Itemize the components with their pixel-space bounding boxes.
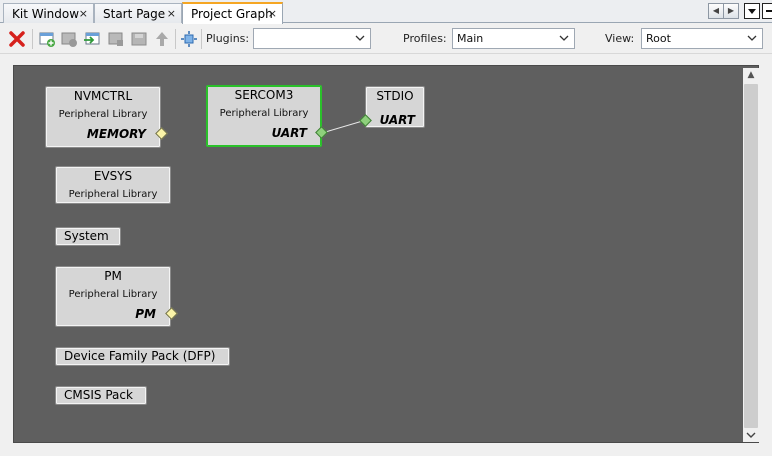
node-title: SERCOM3	[234, 88, 294, 102]
scroll-tabs-right-icon[interactable]: ▶	[723, 3, 739, 19]
plugins-dropdown[interactable]	[253, 28, 371, 49]
close-icon[interactable]: ×	[79, 8, 88, 19]
component-node-nvmctrl[interactable]: NVMCTRL Peripheral Library MEMORY	[45, 86, 161, 148]
graph-toolbar: Plugins: Profiles: Main View: Root	[0, 24, 772, 54]
chevron-down-icon	[559, 35, 569, 41]
scroll-up-icon[interactable]: ▲	[746, 70, 756, 80]
scrollbar-thumb[interactable]	[744, 84, 758, 428]
export-icon[interactable]	[107, 30, 125, 48]
view-dropdown[interactable]: Root	[641, 28, 763, 49]
chevron-down-icon	[747, 35, 757, 41]
node-title: System	[64, 229, 109, 243]
close-icon[interactable]: ×	[167, 8, 176, 19]
move-up-icon[interactable]	[153, 30, 171, 48]
node-subtitle: Peripheral Library	[58, 109, 148, 120]
tab-label: Start Page	[103, 7, 166, 21]
toolbar-separator	[201, 29, 202, 49]
save-icon[interactable]	[130, 30, 148, 48]
scroll-down-icon[interactable]	[746, 430, 756, 440]
node-title: NVMCTRL	[73, 89, 133, 103]
chevron-down-icon	[355, 35, 365, 41]
node-title: PM	[104, 269, 122, 283]
node-port-label: UART	[379, 113, 415, 127]
plugins-label: Plugins:	[206, 32, 250, 45]
toolbar-separator	[32, 29, 33, 49]
sercom3-stdio-connection[interactable]	[321, 119, 367, 134]
tab-start-page[interactable]: Start Page ×	[94, 3, 182, 23]
close-icon[interactable]: ×	[268, 8, 277, 19]
scroll-tabs-left-icon[interactable]: ◀	[708, 3, 724, 19]
node-title: Device Family Pack (DFP)	[64, 349, 216, 363]
node-subtitle: Peripheral Library	[68, 289, 158, 300]
toolbar-separator	[175, 29, 176, 49]
document-tab-bar: Kit Window × Start Page × Project Graph …	[0, 0, 772, 24]
node-subtitle: Peripheral Library	[219, 108, 309, 119]
view-label: View:	[605, 32, 635, 45]
import-icon[interactable]	[83, 30, 101, 48]
component-node-system[interactable]: System	[55, 227, 121, 246]
node-title: EVSYS	[93, 169, 133, 183]
component-node-sercom3[interactable]: SERCOM3 Peripheral Library UART	[206, 85, 322, 147]
vertical-scrollbar[interactable]: ▲	[743, 68, 759, 442]
profiles-label: Profiles:	[403, 32, 447, 45]
tab-kit-window[interactable]: Kit Window ×	[3, 3, 94, 23]
component-node-pm[interactable]: PM Peripheral Library PM	[55, 266, 171, 327]
component-node-device-family-pack[interactable]: Device Family Pack (DFP)	[55, 347, 230, 366]
node-subtitle: Peripheral Library	[68, 189, 158, 200]
add-component-icon[interactable]	[38, 30, 56, 48]
remove-component-icon[interactable]	[60, 30, 78, 48]
minimize-window-icon[interactable]	[762, 3, 772, 19]
node-port-label: PM	[135, 307, 156, 321]
tab-label: Project Graph	[191, 7, 273, 21]
component-node-cmsis-pack[interactable]: CMSIS Pack	[55, 386, 147, 405]
close-red-x-icon[interactable]	[8, 30, 26, 48]
tab-label: Kit Window	[12, 7, 80, 21]
tab-list-dropdown-icon[interactable]	[744, 3, 760, 19]
view-value: Root	[646, 32, 671, 45]
component-node-stdio[interactable]: STDIO UART	[365, 86, 425, 128]
node-port-label: MEMORY	[86, 127, 146, 141]
component-node-evsys[interactable]: EVSYS Peripheral Library	[55, 166, 171, 204]
profiles-dropdown[interactable]: Main	[452, 28, 575, 49]
node-port-label: UART	[271, 126, 307, 140]
node-title: CMSIS Pack	[64, 388, 133, 402]
fit-to-window-icon[interactable]	[180, 30, 198, 48]
tab-project-graph[interactable]: Project Graph ×	[182, 2, 283, 24]
profiles-value: Main	[457, 32, 484, 45]
project-graph-canvas[interactable]: NVMCTRL Peripheral Library MEMORY SERCOM…	[13, 65, 759, 443]
node-title: STDIO	[376, 89, 414, 103]
